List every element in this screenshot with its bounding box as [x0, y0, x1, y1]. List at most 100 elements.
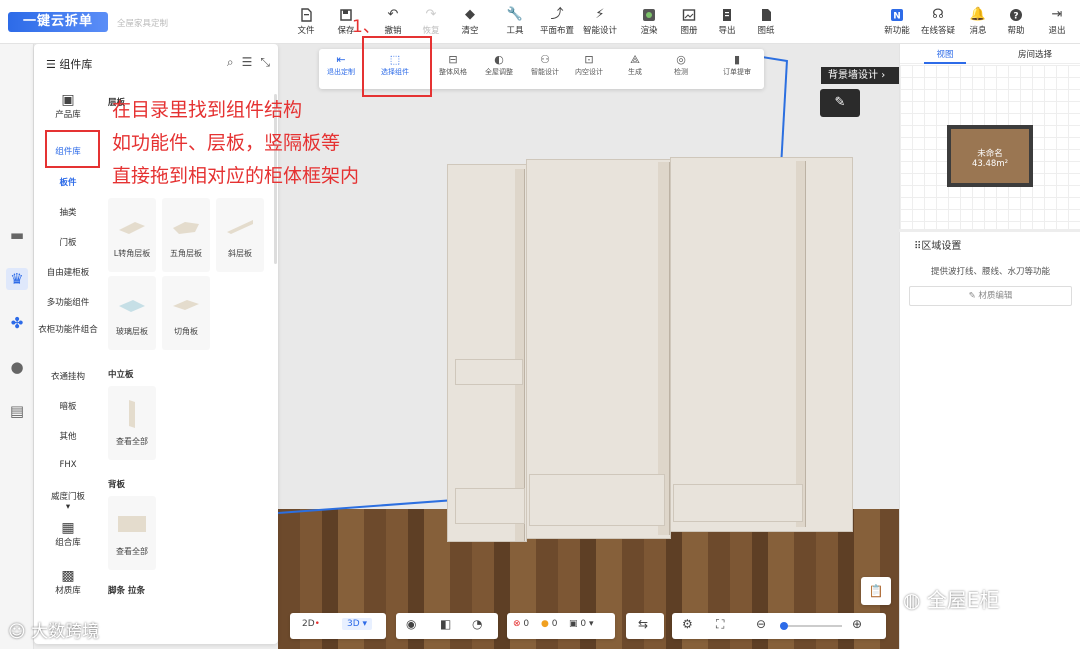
- category-hanging-rod[interactable]: 衣通挂构: [34, 370, 102, 382]
- clear-button[interactable]: ◆ 清空: [450, 6, 490, 36]
- new-feature-button[interactable]: N 新功能: [877, 6, 917, 36]
- component-card[interactable]: 玻璃层板: [108, 276, 156, 350]
- drawing-icon: [746, 6, 786, 24]
- network-icon[interactable]: ✤: [6, 312, 28, 334]
- category-list: ▣ 产品库 组件库 板件 抽类 门板 自由建柜板 多功能组件 衣柜功能件组合 衣通…: [34, 84, 102, 644]
- 3d-viewport[interactable]: [278, 44, 899, 649]
- 2d-mode-button[interactable]: 2D•: [302, 619, 320, 629]
- album-button[interactable]: 图册: [669, 6, 709, 36]
- app-logo[interactable]: 一键云拆单: [8, 12, 108, 32]
- sofa-icon[interactable]: ▬: [6, 224, 28, 246]
- category-wardrobe-combo[interactable]: 衣柜功能件组合: [34, 324, 102, 336]
- interior-icon: ⊡: [584, 53, 594, 66]
- category-free-cabinet[interactable]: 自由建柜板: [34, 266, 102, 278]
- glass-shelf-thumbnail: [119, 300, 145, 312]
- clipboard-icon[interactable]: 📋: [861, 577, 891, 605]
- check-icon: ◎: [676, 53, 686, 66]
- online-qa-button[interactable]: ☊ 在线答疑: [918, 6, 958, 36]
- category-fhx[interactable]: FHX: [34, 460, 102, 470]
- whole-house-adjust-button[interactable]: ◐ 全屋调整: [477, 53, 521, 77]
- wechat-icon: ◍: [903, 588, 927, 612]
- camera-settings-icon[interactable]: ⚙: [682, 617, 693, 631]
- warning-count[interactable]: ● 0: [541, 619, 557, 629]
- category-material-library[interactable]: ▩ 材质库: [34, 568, 102, 596]
- 3d-mode-button[interactable]: 3D ▾: [342, 618, 373, 630]
- drawing-button[interactable]: 图纸: [746, 6, 786, 36]
- layout-button[interactable]: ⤴ 平面布置: [537, 6, 577, 36]
- order-submit-button[interactable]: ▮ 订单提审: [715, 53, 759, 77]
- section-title: 脚条 拉条: [108, 586, 145, 596]
- info-icon: ▣: [569, 619, 578, 629]
- check-button[interactable]: ◎ 检测: [659, 53, 703, 77]
- eraser-icon: ◆: [465, 7, 475, 22]
- logout-button[interactable]: ⇥ 退出: [1037, 6, 1077, 36]
- category-other[interactable]: 其他: [34, 430, 102, 442]
- help-button[interactable]: ? 帮助: [996, 6, 1036, 36]
- bottom-board-right[interactable]: [673, 484, 803, 522]
- bottom-board-middle[interactable]: [529, 474, 665, 526]
- tab-room-select[interactable]: 房间选择: [990, 48, 1080, 60]
- bot-icon: ☺: [8, 622, 32, 642]
- crown-icon[interactable]: ♛: [6, 268, 28, 290]
- component-card[interactable]: 五角层板: [162, 198, 210, 272]
- cabinet-icon[interactable]: ▤: [6, 400, 28, 422]
- interior-design-button[interactable]: ⊡ 内空设计: [567, 53, 611, 77]
- component-card[interactable]: L转角层板: [108, 198, 156, 272]
- category-drawer[interactable]: 抽类: [34, 206, 102, 218]
- cube-icon[interactable]: ◧: [440, 617, 451, 631]
- redo-button[interactable]: ↷ 恢复: [411, 6, 451, 36]
- collapse-icon[interactable]: ⤡: [260, 55, 270, 69]
- smart-design-tool-button[interactable]: ⚇ 智能设计: [523, 53, 567, 77]
- overall-style-button[interactable]: ⊟ 整体风格: [431, 53, 475, 77]
- tools-button[interactable]: 🔧 工具: [495, 6, 535, 36]
- messages-button[interactable]: 🔔 消息: [958, 6, 998, 36]
- category-hidden-board[interactable]: 暗板: [34, 400, 102, 412]
- background-wall-design-button[interactable]: 背景墙设计 ›: [821, 67, 899, 84]
- zoom-slider[interactable]: [780, 622, 842, 630]
- library-title: 组件库: [59, 58, 93, 71]
- user-icon[interactable]: ●: [6, 356, 28, 378]
- eye-icon[interactable]: ◉: [406, 617, 416, 631]
- shelf-board[interactable]: [455, 359, 523, 385]
- category-multifunction[interactable]: 多功能组件: [34, 296, 102, 308]
- info-count[interactable]: ▣ 0 ▾: [569, 619, 594, 629]
- headset-icon: ☊: [932, 7, 944, 22]
- component-card[interactable]: 斜层板: [216, 198, 264, 272]
- component-card[interactable]: 切角板: [162, 276, 210, 350]
- component-card[interactable]: 查看全部: [108, 386, 156, 460]
- category-door-panel[interactable]: 门板: [34, 236, 102, 248]
- floor-plan-minimap[interactable]: 未命名 43.48m²: [900, 65, 1080, 229]
- style-icon: ⊟: [448, 53, 458, 66]
- section-title: 中立板: [108, 370, 134, 380]
- material-icon: ▩: [61, 568, 75, 584]
- category-weidu-door[interactable]: 威度门板 ▾: [34, 490, 102, 512]
- sort-icon[interactable]: ☰: [242, 55, 253, 69]
- error-count[interactable]: ⊗ 0: [513, 619, 529, 629]
- file-button[interactable]: 文件: [286, 6, 326, 36]
- component-card[interactable]: 查看全部: [108, 496, 156, 570]
- category-panel[interactable]: 板件: [34, 176, 102, 188]
- exit-custom-button[interactable]: ⇤ 退出定制: [319, 53, 363, 77]
- generate-button[interactable]: ⟁ 生成: [613, 53, 657, 77]
- error-icon: ⊗: [513, 619, 521, 629]
- search-icon[interactable]: ⌕: [227, 55, 234, 69]
- tab-view[interactable]: 视图: [900, 48, 990, 60]
- fit-view-icon[interactable]: ⛶: [716, 617, 724, 632]
- zoom-in-icon[interactable]: ⊕: [852, 617, 862, 631]
- app-subtitle: 全屋家具定制: [117, 19, 169, 29]
- render-button[interactable]: 渲染: [629, 6, 669, 36]
- pen-icon[interactable]: ✎: [820, 89, 860, 117]
- material-edit-button[interactable]: ✎ 材质编辑: [909, 286, 1072, 306]
- category-product-library[interactable]: ▣ 产品库: [34, 92, 102, 120]
- smart-design-button[interactable]: ⚡ 智能设计: [580, 6, 620, 36]
- l-shelf-thumbnail: [119, 222, 145, 234]
- gauge-icon[interactable]: ◔: [472, 617, 482, 631]
- room-thumbnail[interactable]: 未命名 43.48m²: [947, 125, 1033, 187]
- cabinet-right-section[interactable]: [670, 157, 853, 532]
- zoom-slider-thumb[interactable]: [780, 622, 788, 630]
- bottom-board-left[interactable]: [455, 488, 525, 524]
- toggle-icon[interactable]: ⇆: [638, 617, 648, 631]
- category-combo-library[interactable]: ▦ 组合库: [34, 520, 102, 548]
- zoom-out-icon[interactable]: ⊖: [756, 617, 766, 631]
- export-button[interactable]: 导出: [707, 6, 747, 36]
